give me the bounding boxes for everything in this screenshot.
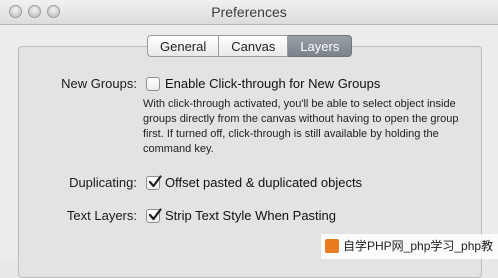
text-layers-label: Text Layers: — [66, 208, 137, 223]
strip-text-style-label[interactable]: Strip Text Style When Pasting — [165, 208, 336, 223]
click-through-description: With click-through activated, you'll be … — [143, 98, 459, 155]
new-groups-label: New Groups: — [61, 76, 137, 91]
window-title: Preferences — [211, 4, 287, 20]
checkmark-icon — [148, 175, 162, 188]
checkmark-icon — [148, 208, 162, 221]
title-bar: Preferences — [0, 0, 498, 25]
enable-click-through-label[interactable]: Enable Click-through for New Groups — [165, 76, 380, 91]
preferences-tabs: General Canvas Layers — [147, 35, 353, 57]
tab-layers[interactable]: Layers — [288, 35, 353, 57]
tab-general[interactable]: General — [147, 35, 220, 57]
preferences-window: Preferences General Canvas Layers New Gr… — [0, 0, 498, 278]
offset-pasted-checkbox[interactable] — [146, 175, 162, 190]
enable-click-through-checkbox[interactable] — [146, 77, 160, 91]
watermark-text: 自学PHP网_php学习_php教 — [343, 239, 494, 253]
watermark: 自学PHP网_php学习_php教 — [321, 234, 498, 259]
watermark-logo-icon — [325, 239, 339, 253]
offset-pasted-label[interactable]: Offset pasted & duplicated objects — [165, 175, 362, 190]
strip-text-style-checkbox[interactable] — [146, 208, 162, 223]
duplicating-label: Duplicating: — [69, 175, 137, 190]
tab-canvas[interactable]: Canvas — [219, 35, 289, 57]
